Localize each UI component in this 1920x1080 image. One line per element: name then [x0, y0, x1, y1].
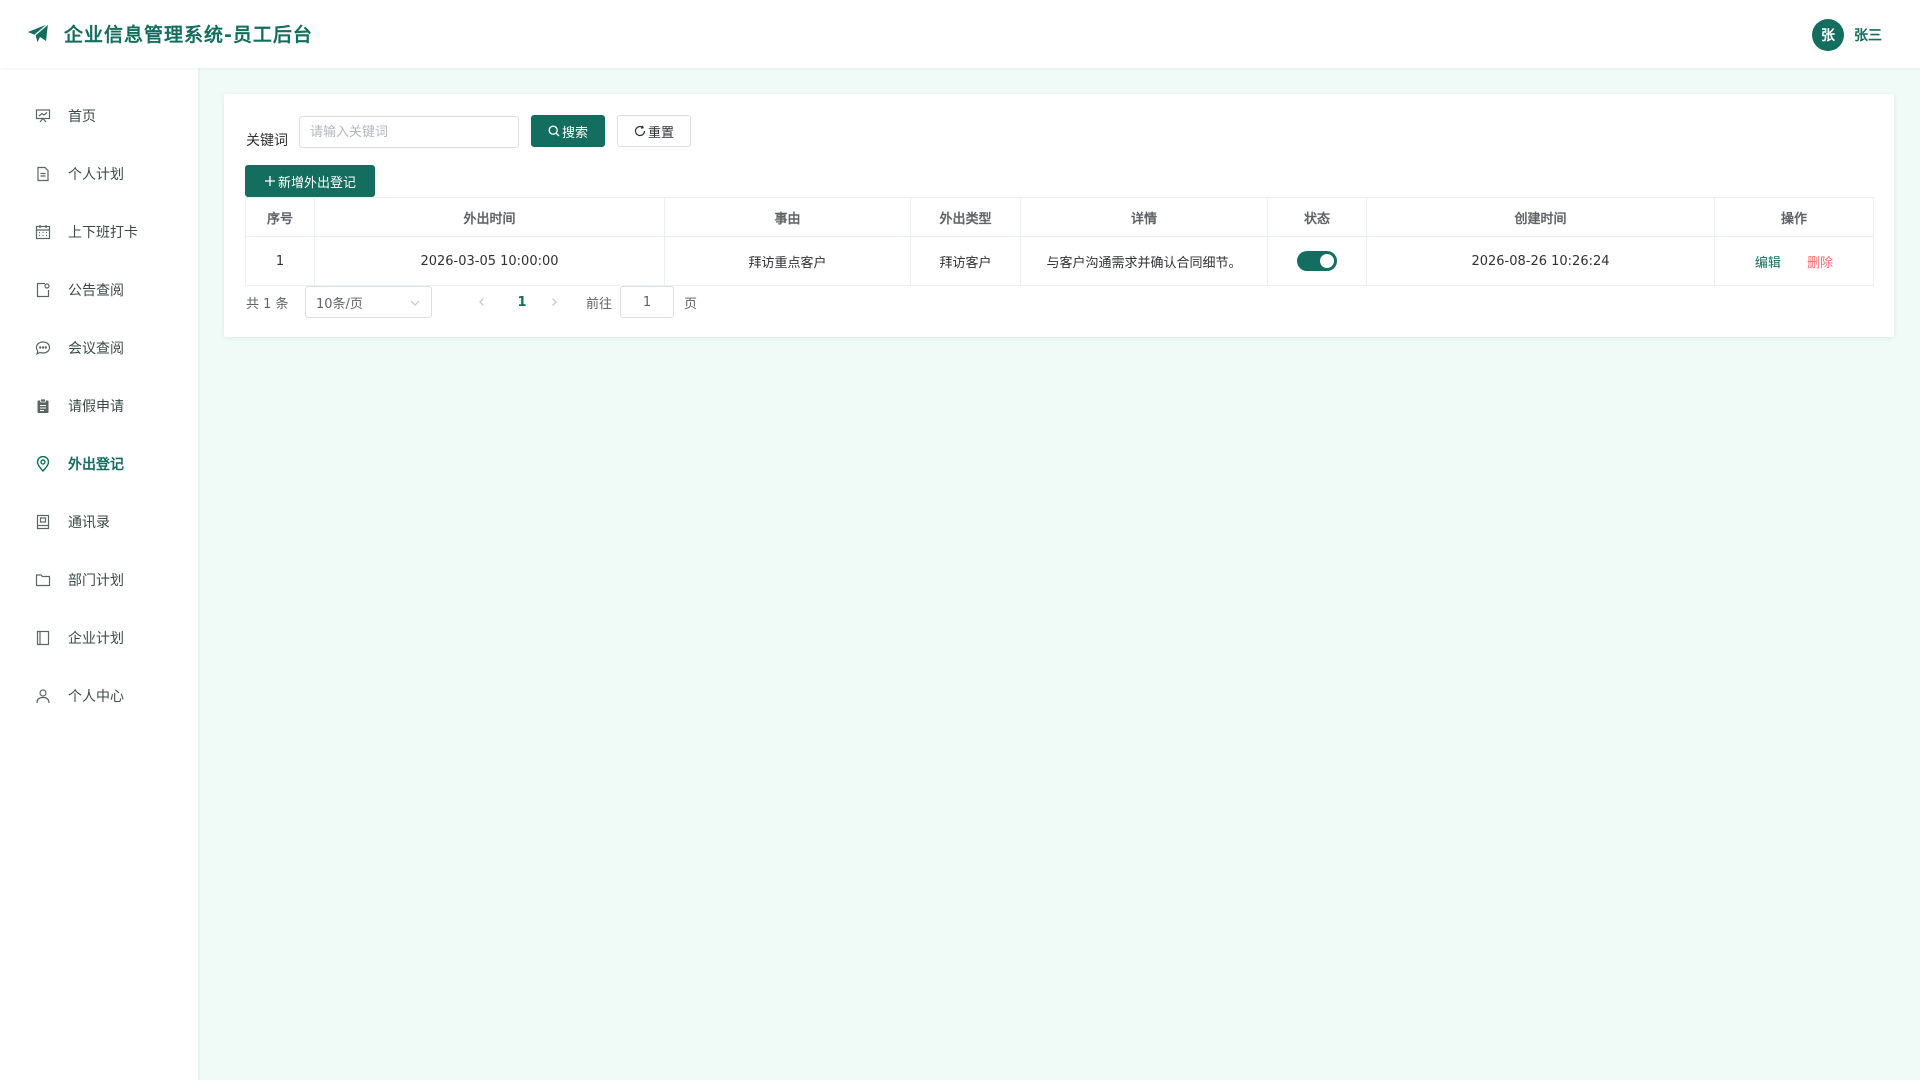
prev-page-button[interactable]	[472, 286, 492, 318]
sidebar-item-label: 个人中心	[68, 689, 124, 705]
sidebar-item-label: 上下班打卡	[68, 225, 138, 241]
avatar[interactable]: 张	[1812, 19, 1844, 51]
plus-icon	[264, 176, 275, 186]
document-icon	[34, 165, 52, 183]
user-name[interactable]: 张三	[1854, 25, 1882, 45]
sidebar-item-company-plan[interactable]: 企业计划	[0, 618, 198, 658]
table-row: 1 2026-03-05 10:00:00 拜访重点客户 拜访客户 与客户沟通需…	[245, 236, 1874, 286]
edit-link[interactable]: 编辑	[1755, 256, 1781, 271]
sidebar-item-personal-plan[interactable]: 个人计划	[0, 154, 198, 194]
goto-label: 前往	[586, 296, 613, 312]
keyword-input[interactable]	[299, 116, 519, 148]
sidebar-item-clock-in[interactable]: 上下班打卡	[0, 212, 198, 252]
chevron-down-icon	[410, 300, 420, 306]
chat-bubble-icon	[34, 339, 52, 357]
sidebar-item-label: 请假申请	[68, 399, 124, 415]
notebook-icon	[34, 629, 52, 647]
top-header: 企业信息管理系统-员工后台 张 张三	[0, 0, 1920, 68]
out-time-cell: 2026-03-05 10:00:00	[314, 236, 665, 286]
column-header: 外出类型	[910, 197, 1021, 237]
page-size-value: 10条/页	[316, 296, 363, 312]
sidebar-item-announcements[interactable]: 公告查阅	[0, 270, 198, 310]
column-header: 操作	[1714, 197, 1874, 237]
column-header: 事由	[664, 197, 911, 237]
add-outing-button-label: 新增外出登记	[277, 175, 356, 191]
address-book-icon	[34, 513, 52, 531]
chevron-right-icon	[552, 298, 557, 306]
logo[interactable]: 企业信息管理系统-员工后台	[26, 20, 313, 47]
total-count: 共 1 条	[246, 296, 289, 312]
add-outing-button[interactable]: 新增外出登记	[245, 165, 375, 197]
sidebar-item-label: 公告查阅	[68, 283, 124, 299]
app-title: 企业信息管理系统-员工后台	[64, 24, 313, 46]
sidebar-item-label: 企业计划	[68, 631, 124, 647]
reset-button[interactable]: 重置	[617, 115, 691, 147]
reason-cell: 拜访重点客户	[664, 236, 911, 286]
page-number[interactable]: 1	[512, 286, 532, 318]
goto-page-input[interactable]	[620, 286, 674, 318]
clipboard-icon	[34, 397, 52, 415]
search-icon	[548, 125, 560, 137]
sidebar-item-home[interactable]: 首页	[0, 96, 198, 136]
sidebar-item-meetings[interactable]: 会议查阅	[0, 328, 198, 368]
row-index: 1	[245, 236, 315, 286]
sidebar-item-label: 部门计划	[68, 573, 124, 589]
content-card: 关键词 搜索 重置 新增外出登记 序号 外出时间 事由 外出类型 详情 状态 创…	[224, 94, 1894, 337]
chevron-left-icon	[479, 298, 484, 306]
detail-cell: 与客户沟通需求并确认合同细节。	[1020, 236, 1268, 286]
sidebar-item-leave[interactable]: 请假申请	[0, 386, 198, 426]
sidebar-item-label: 首页	[68, 109, 96, 125]
reset-button-label: 重置	[647, 125, 674, 141]
user-menu[interactable]: 张 张三	[1812, 19, 1882, 51]
type-cell: 拜访客户	[910, 236, 1021, 286]
created-at-cell: 2026-08-26 10:26:24	[1366, 236, 1715, 286]
sidebar-item-label: 外出登记	[68, 457, 124, 473]
column-header: 状态	[1267, 197, 1367, 237]
operations-cell: 编辑 删除	[1714, 236, 1874, 286]
column-header: 创建时间	[1366, 197, 1715, 237]
folder-icon	[34, 571, 52, 589]
column-header: 序号	[245, 197, 315, 237]
paper-plane-icon	[26, 22, 50, 46]
sidebar-item-label: 通讯录	[68, 515, 110, 531]
refresh-icon	[634, 125, 646, 137]
presentation-chart-icon	[34, 107, 52, 125]
sidebar-item-profile[interactable]: 个人中心	[0, 676, 198, 716]
user-icon	[34, 687, 52, 705]
notice-icon	[34, 281, 52, 299]
sidebar-item-label: 会议查阅	[68, 341, 124, 357]
calendar-icon	[34, 223, 52, 241]
column-header: 详情	[1020, 197, 1268, 237]
status-toggle[interactable]	[1297, 251, 1337, 271]
next-page-button[interactable]	[544, 286, 564, 318]
table-header-row: 序号 外出时间 事由 外出类型 详情 状态 创建时间 操作	[245, 197, 1874, 237]
search-button[interactable]: 搜索	[531, 115, 605, 147]
sidebar-item-dept-plan[interactable]: 部门计划	[0, 560, 198, 600]
page-size-select[interactable]: 10条/页	[305, 286, 432, 318]
keyword-label: 关键词	[246, 133, 288, 149]
pagination: 共 1 条 10条/页 1 前往 页	[246, 286, 946, 318]
delete-link[interactable]: 删除	[1807, 256, 1833, 271]
sidebar-item-contacts[interactable]: 通讯录	[0, 502, 198, 542]
status-cell	[1267, 236, 1367, 286]
sidebar-item-label: 个人计划	[68, 167, 124, 183]
sidebar: 首页 个人计划 上下班打卡 公告查阅 会议查阅 请假申请 外出登记 通讯录 部门…	[0, 68, 200, 1080]
sidebar-item-outing[interactable]: 外出登记	[0, 444, 198, 484]
page-unit-label: 页	[684, 296, 698, 312]
outing-table: 序号 外出时间 事由 外出类型 详情 状态 创建时间 操作 1 2026-03-…	[245, 197, 1874, 286]
location-pin-icon	[34, 455, 52, 473]
column-header: 外出时间	[314, 197, 665, 237]
search-button-label: 搜索	[561, 125, 588, 141]
